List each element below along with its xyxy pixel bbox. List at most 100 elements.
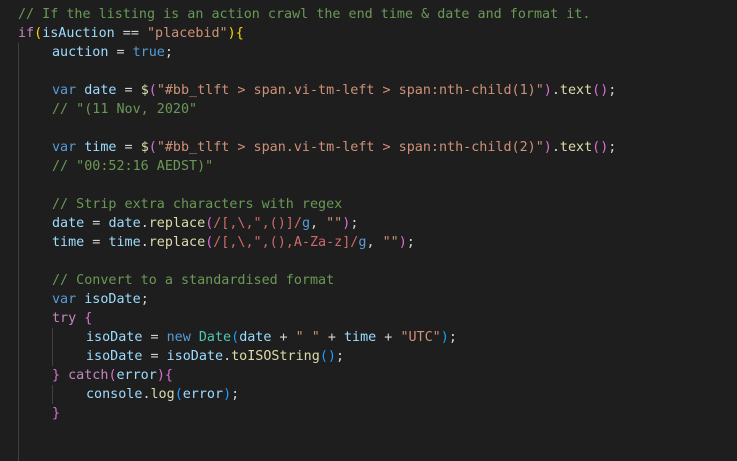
code-token: ; <box>231 387 240 402</box>
code-line[interactable]: // "(11 Nov, 2020" <box>52 100 197 119</box>
code-token: . <box>551 140 560 155</box>
code-token: $ <box>140 140 149 155</box>
code-token: // "00:52:16 AEDST)" <box>52 159 214 174</box>
code-line[interactable]: // Convert to a standardised format <box>52 271 334 290</box>
code-token: . <box>223 349 232 364</box>
code-token: + <box>376 330 401 345</box>
code-token: ( <box>34 26 43 41</box>
indent-guide <box>52 385 53 404</box>
code-token: date <box>239 330 272 345</box>
code-token: ( <box>319 349 328 364</box>
code-token: } <box>52 406 61 421</box>
code-token: true <box>132 45 165 60</box>
code-token: } <box>52 368 61 383</box>
code-token: = <box>116 83 141 98</box>
code-token: date <box>52 216 85 231</box>
code-token: ; <box>448 330 457 345</box>
code-token: time <box>344 330 377 345</box>
code-token: . <box>140 235 149 250</box>
code-token: replace <box>148 235 206 250</box>
code-token: date <box>84 83 117 98</box>
code-token: "" <box>326 216 343 231</box>
code-token: isoDate <box>166 349 224 364</box>
code-token: = <box>142 330 167 345</box>
code-token: . <box>140 216 149 231</box>
code-token: ( <box>148 83 157 98</box>
code-token: "placebid" <box>147 26 228 41</box>
code-token: ; <box>350 216 359 231</box>
code-token: Date <box>198 330 232 345</box>
code-token: date <box>108 216 141 231</box>
code-token: ) <box>440 330 449 345</box>
code-token: { <box>235 26 244 41</box>
code-token: new <box>166 330 191 345</box>
code-line[interactable]: try { <box>52 309 92 328</box>
code-token: time <box>52 235 85 250</box>
code-line[interactable]: // If the listing is an action crawl the… <box>18 5 590 24</box>
code-token: text <box>559 83 593 98</box>
code-token: ; <box>140 292 149 307</box>
code-token: "" <box>382 235 399 250</box>
code-line[interactable]: } <box>52 404 60 423</box>
code-token: { <box>164 368 173 383</box>
code-token: ) <box>156 368 165 383</box>
code-token: ( <box>148 140 157 155</box>
code-token: = <box>142 349 167 364</box>
code-token: toISOString <box>231 349 320 364</box>
code-token: ) <box>223 387 232 402</box>
code-line[interactable]: if(isAuction == "placebid"){ <box>18 24 244 43</box>
code-token: text <box>559 140 593 155</box>
code-token: , <box>310 216 327 231</box>
code-token: log <box>150 387 175 402</box>
code-line[interactable]: date = date.replace(/[,\,",()]/g, ""); <box>52 214 358 233</box>
code-token: "UTC" <box>400 330 441 345</box>
code-line[interactable]: } catch(error){ <box>52 366 173 385</box>
code-token: /[,\,",(),A-Za-z]/ <box>213 235 359 250</box>
code-line[interactable]: var isoDate; <box>52 290 149 309</box>
code-token: ( <box>592 140 601 155</box>
code-token: , <box>366 235 383 250</box>
code-token: . <box>142 387 151 402</box>
code-line[interactable]: isoDate = isoDate.toISOString(); <box>86 347 344 366</box>
code-token: time <box>108 235 141 250</box>
code-token: ) <box>543 83 552 98</box>
code-token: try <box>52 311 77 326</box>
code-line[interactable]: var time = $("#bb_tlft > span.vi-tm-left… <box>52 138 616 157</box>
code-token: + <box>319 330 344 345</box>
code-line[interactable]: var date = $("#bb_tlft > span.vi-tm-left… <box>52 81 616 100</box>
code-token: /[,\,",()]/ <box>213 216 302 231</box>
code-token: ) <box>227 26 236 41</box>
code-token: // "(11 Nov, 2020" <box>52 102 198 117</box>
code-token: isoDate <box>86 330 143 345</box>
code-token: = <box>108 45 133 60</box>
code-token: ( <box>231 330 240 345</box>
code-line[interactable]: auction = true; <box>52 43 173 62</box>
code-token: ; <box>608 83 617 98</box>
code-token: ; <box>164 45 173 60</box>
code-editor[interactable]: // If the listing is an action crawl the… <box>0 0 737 461</box>
code-token: time <box>84 140 117 155</box>
code-token: "#bb_tlft > span.vi-tm-left > span:nth-c… <box>156 140 544 155</box>
code-token: ( <box>174 387 183 402</box>
code-line[interactable]: time = time.replace(/[,\,",(),A-Za-z]/g,… <box>52 233 415 252</box>
code-token: // If the listing is an action crawl the… <box>18 7 591 22</box>
code-token: var <box>52 83 77 98</box>
code-token: isoDate <box>86 349 143 364</box>
code-line[interactable]: isoDate = new Date(date + " " + time + "… <box>86 328 457 347</box>
code-token: == <box>114 26 147 41</box>
code-token: ; <box>406 235 415 250</box>
code-line[interactable]: // Strip extra characters with regex <box>52 195 342 214</box>
code-token: ; <box>608 140 617 155</box>
code-token: $ <box>140 83 149 98</box>
code-line[interactable]: // "00:52:16 AEDST)" <box>52 157 213 176</box>
indent-guide <box>52 328 53 366</box>
code-token: replace <box>148 216 206 231</box>
code-token: = <box>116 140 141 155</box>
code-token: auction <box>52 45 109 60</box>
code-token: // Strip extra characters with regex <box>52 197 343 212</box>
code-line[interactable]: console.log(error); <box>86 385 239 404</box>
code-token: "#bb_tlft > span.vi-tm-left > span:nth-c… <box>156 83 544 98</box>
code-token: ( <box>108 368 117 383</box>
